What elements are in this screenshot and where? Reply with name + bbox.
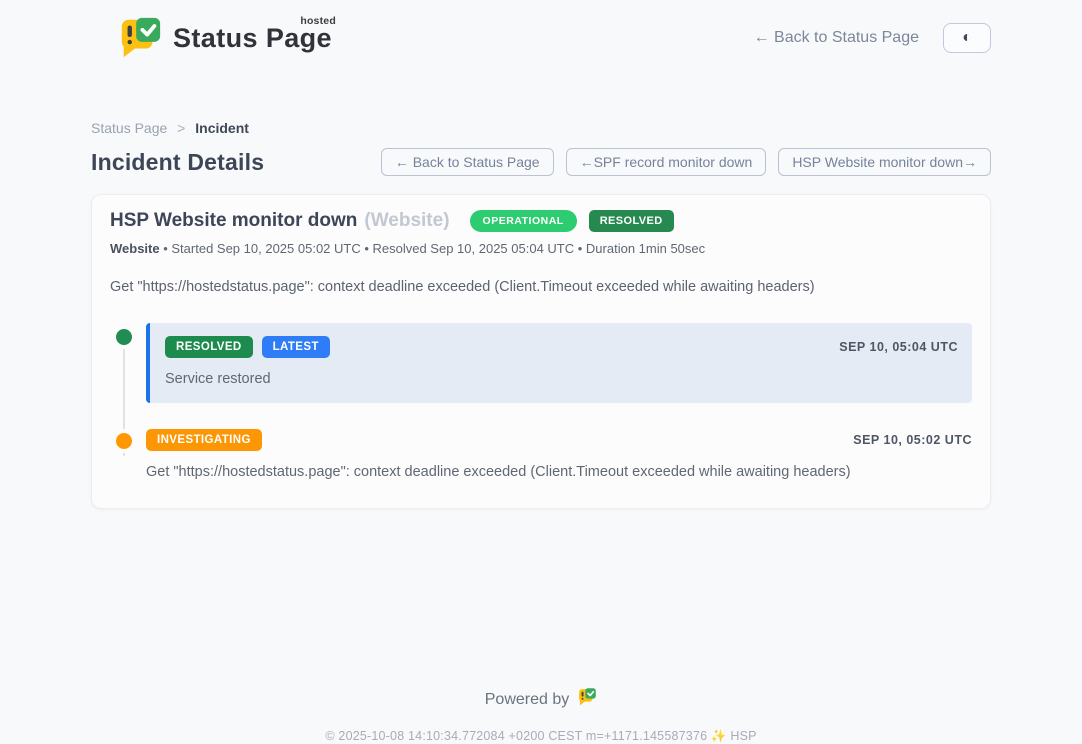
incident-card: HSP Website monitor down (Website) OPERA… (91, 194, 991, 509)
next-incident-button[interactable]: HSP Website monitor down→ (778, 148, 991, 176)
title-row: Incident Details ← Back to Status Page ←… (91, 148, 991, 176)
incident-meta-component: Website (110, 241, 160, 256)
status-page-logo-icon (117, 15, 163, 61)
footer: Powered by © 2025-10-08 14:10:34.772084 … (91, 687, 991, 744)
page-title: Incident Details (91, 149, 264, 176)
timeline-entry-box: RESOLVED LATEST SEP 10, 05:04 UTC Servic… (146, 323, 972, 403)
resolved-badge: RESOLVED (165, 336, 253, 358)
incident-card-header: HSP Website monitor down (Website) OPERA… (110, 210, 972, 232)
header-actions: ← Back to Status Page ◐ (754, 23, 991, 53)
breadcrumb-status-page[interactable]: Status Page (91, 120, 167, 136)
breadcrumb-separator: > (177, 120, 185, 136)
timeline-entry-resolved: RESOLVED LATEST SEP 10, 05:04 UTC Servic… (110, 323, 972, 403)
timeline-entry-timestamp: SEP 10, 05:02 UTC (853, 433, 972, 447)
incident-description: Get "https://hostedstatus.page": context… (110, 279, 972, 295)
prev-incident-button[interactable]: ←SPF record monitor down (566, 148, 767, 176)
timeline-entry-investigating: INVESTIGATING SEP 10, 05:02 UTC Get "htt… (110, 427, 972, 480)
timeline-dot-orange (116, 433, 132, 449)
timeline-dot-green (116, 329, 132, 345)
powered-by-link[interactable]: Powered by (485, 687, 598, 712)
header-back-to-status-page-link[interactable]: ← Back to Status Page (754, 29, 919, 47)
brand-logo[interactable]: Status Page hosted (117, 15, 332, 61)
back-to-status-page-button[interactable]: ← Back to Status Page (381, 148, 554, 176)
timeline-entry-badges: RESOLVED LATEST (165, 336, 330, 358)
breadcrumb: Status Page > Incident (91, 120, 991, 136)
main-content: Status Page > Incident Incident Details … (91, 120, 991, 744)
powered-by-label: Powered by (485, 691, 570, 709)
incident-timeline: RESOLVED LATEST SEP 10, 05:04 UTC Servic… (110, 323, 972, 480)
incident-component: (Website) (364, 210, 449, 232)
timeline-entry-message: Service restored (165, 371, 958, 387)
status-page-logo-icon-small (577, 687, 597, 712)
half-moon-icon: ◐ (962, 30, 972, 46)
operational-status-badge: OPERATIONAL (470, 210, 577, 232)
timeline-entry-plain: INVESTIGATING SEP 10, 05:02 UTC Get "htt… (146, 427, 972, 480)
brand-superscript: hosted (300, 15, 336, 27)
theme-toggle-button[interactable]: ◐ (943, 23, 991, 53)
breadcrumb-incident: Incident (195, 120, 249, 136)
timeline-entry-timestamp: SEP 10, 05:04 UTC (839, 340, 958, 354)
incident-meta: Website • Started Sep 10, 2025 05:02 UTC… (110, 241, 972, 256)
latest-badge: LATEST (262, 336, 330, 358)
timeline-entry-head: INVESTIGATING SEP 10, 05:02 UTC (146, 429, 972, 451)
incident-nav-buttons: ← Back to Status Page ←SPF record monito… (381, 148, 991, 176)
header: Status Page hosted ← Back to Status Page… (91, 0, 991, 62)
investigating-badge: INVESTIGATING (146, 429, 262, 451)
resolved-state-badge: RESOLVED (589, 210, 674, 232)
incident-title: HSP Website monitor down (110, 210, 357, 232)
timeline-entry-badges: INVESTIGATING (146, 429, 262, 451)
brand-name: Status Page hosted (173, 23, 332, 54)
timeline-entry-message: Get "https://hostedstatus.page": context… (146, 464, 972, 480)
incident-meta-details: • Started Sep 10, 2025 05:02 UTC • Resol… (160, 241, 706, 256)
timeline-entry-head: RESOLVED LATEST SEP 10, 05:04 UTC (165, 336, 958, 358)
